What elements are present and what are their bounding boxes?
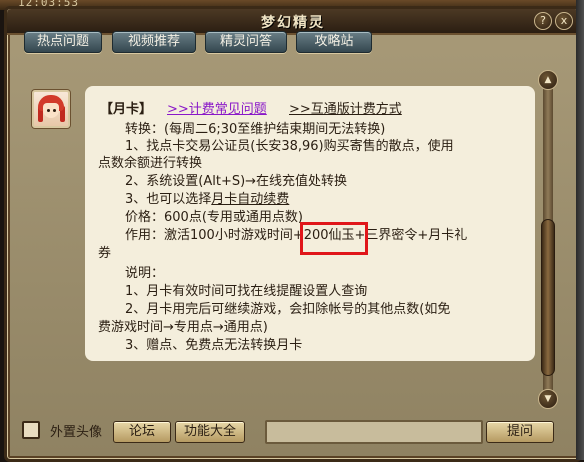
help-button[interactable]: ? (534, 12, 552, 30)
scroll-down-button[interactable]: ▼ (538, 389, 558, 409)
content-line: 3、赠点、免费点无法转换月卡 (125, 338, 303, 353)
window-title: 梦幻精灵 (261, 15, 325, 31)
content-line: 2、系统设置(Alt+S)→在线充值处转换 (125, 174, 348, 189)
content-line: 转换：(每周二6;30至维护结束期间无法转换) (125, 122, 386, 137)
tab-video-recommend[interactable]: 视频推荐 (112, 31, 196, 53)
content-line: 1、月卡有效时间可找在线提醒设置人查询 (125, 284, 368, 299)
content-text: 3、也可以选择 (125, 192, 212, 207)
external-avatar-checkbox[interactable] (22, 421, 40, 439)
content-line: 价格：600点(专用或通用点数) (125, 210, 303, 225)
content-line: 作用：激活100小时游戏时间+200仙玉+三界密令+月卡礼 (125, 228, 468, 243)
close-button[interactable]: x (555, 12, 573, 30)
external-avatar-label: 外置头像 (50, 425, 103, 440)
content-line: 1、找点卡交易公证员(长安38,96)购买寄售的散点，使用 (125, 139, 454, 154)
content-line: 券 (98, 246, 112, 261)
ask-button[interactable]: 提问 (486, 421, 554, 443)
assistant-avatar (32, 90, 70, 128)
features-button[interactable]: 功能大全 (175, 421, 245, 443)
content-line: 点数余额进行转换 (98, 156, 203, 171)
card-heading: 【月卡】 (100, 102, 153, 117)
content-line: 2、月卡用完后可继续游戏，会扣除帐号的其他点数(如免 (125, 302, 451, 317)
scrollbar-thumb[interactable] (541, 219, 555, 376)
link-billing-faq[interactable]: >>计费常见问题 (167, 101, 267, 119)
link-cross-version-billing[interactable]: >>互通版计费方式 (289, 101, 402, 119)
highlight-box (300, 222, 368, 255)
link-auto-renew[interactable]: 月卡自动续费 (211, 192, 289, 207)
scroll-up-button[interactable]: ▲ (538, 70, 558, 90)
content-line: 费游戏时间→专用点→通用点) (98, 320, 268, 335)
tab-assistant-qa[interactable]: 精灵问答 (205, 31, 287, 53)
content-line-3: 3、也可以选择月卡自动续费 (125, 191, 289, 209)
tab-guide-site[interactable]: 攻略站 (296, 31, 372, 53)
content-line: 说明： (125, 266, 165, 281)
tab-hot-questions[interactable]: 热点问题 (24, 31, 102, 53)
forum-button[interactable]: 论坛 (113, 421, 171, 443)
background-edge (576, 0, 584, 460)
question-input[interactable] (265, 420, 483, 444)
